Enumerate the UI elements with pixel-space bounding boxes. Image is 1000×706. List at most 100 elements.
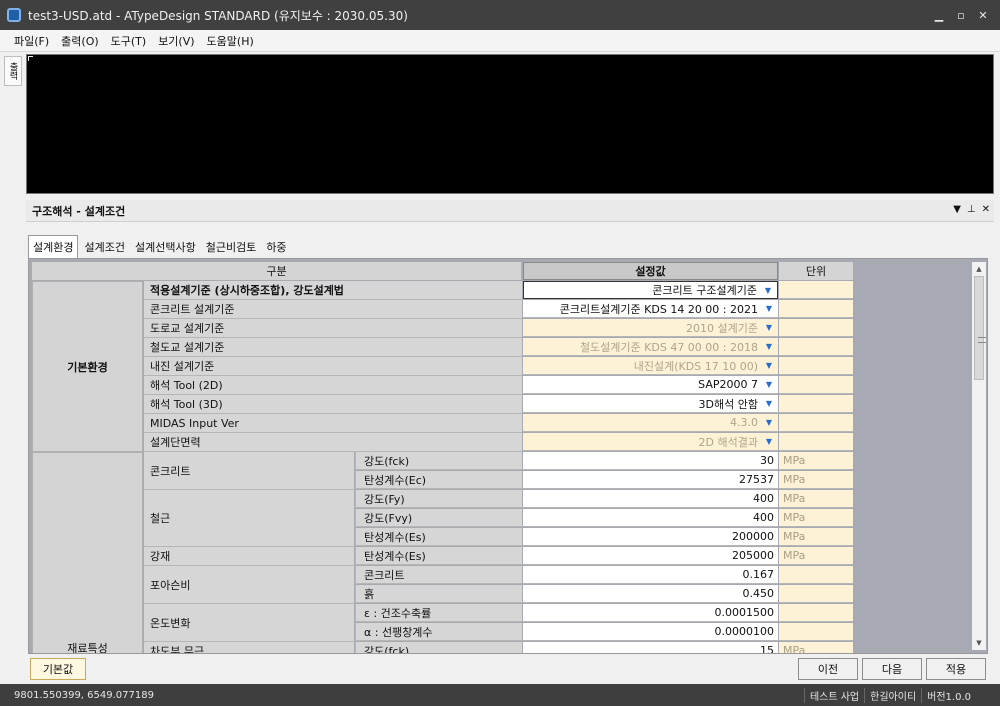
value-text: 3D해석 안함 — [698, 397, 758, 411]
close-icon[interactable]: ✕ — [972, 6, 994, 24]
value-input[interactable]: 200000 — [523, 528, 778, 546]
output-console — [26, 54, 994, 194]
value-dropdown[interactable]: 콘크리트설계기준 KDS 14 20 00 : 2021 ▼ — [523, 300, 778, 318]
minimize-icon[interactable]: ▁ — [928, 6, 950, 24]
row-sublabel: ε : 건조수축률 — [355, 604, 522, 622]
value-input[interactable]: 30 — [523, 452, 778, 470]
dropdown-arrow-icon[interactable]: ▼ — [761, 301, 777, 316]
panel-menu-icon[interactable]: ▼ — [953, 204, 961, 215]
value-input[interactable]: 0.0000100 — [523, 623, 778, 641]
row-sublabel: 강도(Fy) — [355, 490, 522, 508]
header-value: 설정값 — [523, 262, 778, 280]
settings-grid: 구분 설정값 단위 기본환경 재료특성 적용설계기준 (상시하중조합), 강도설계법… — [28, 258, 988, 654]
value-input[interactable]: 27537 — [523, 471, 778, 489]
cursor-coordinates: 9801.550399, 6549.077189 — [14, 689, 154, 701]
value-text: 콘크리트 구조설계기준 — [652, 284, 757, 297]
row-label: 철근 — [144, 490, 354, 547]
dropdown-arrow-icon[interactable]: ▼ — [761, 396, 777, 411]
value-dropdown[interactable]: SAP2000 7 ▼ — [523, 376, 778, 394]
row-label: 내진 설계기준 — [144, 357, 522, 376]
value-dropdown[interactable]: 콘크리트 구조설계기준 ▼ — [523, 281, 778, 299]
status-version: 버전1.0.0 — [921, 687, 976, 703]
dropdown-arrow-icon[interactable]: ▼ — [761, 377, 777, 392]
row-sublabel: 탄성계수(Es) — [355, 547, 522, 565]
unit-cell — [779, 300, 853, 318]
tab-loads[interactable]: 하중 — [262, 236, 290, 258]
row-sublabel: α : 선팽창계수 — [355, 623, 522, 641]
console-corner — [28, 56, 33, 61]
next-button[interactable]: 다음 — [862, 658, 922, 680]
row-label: 해석 Tool (2D) — [144, 376, 522, 395]
value-input[interactable]: 205000 — [523, 547, 778, 565]
value-text: 2010 설계기준 — [686, 321, 758, 335]
value-dropdown: 철도설계기준 KDS 47 00 00 : 2018 ▼ — [523, 338, 778, 356]
group-material: 재료특성 — [32, 452, 143, 653]
header-gubun: 구분 — [32, 262, 522, 280]
panel-close-icon[interactable]: ✕ — [982, 204, 990, 215]
unit-cell — [779, 414, 853, 432]
value-input[interactable]: 0.450 — [523, 585, 778, 603]
apply-button[interactable]: 적용 — [926, 658, 986, 680]
value-text: 0.0000100 — [714, 625, 775, 638]
dropdown-arrow-icon[interactable]: ▼ — [761, 339, 777, 354]
value-text: 0.167 — [742, 568, 775, 581]
prev-button[interactable]: 이전 — [798, 658, 858, 680]
tab-design-env[interactable]: 설계환경 — [28, 235, 79, 258]
row-sublabel: 콘크리트 — [355, 566, 522, 584]
row-label: 포아슨비 — [144, 566, 354, 604]
app-icon — [7, 8, 21, 22]
row-sublabel: 흙 — [355, 585, 522, 603]
value-input[interactable]: 400 — [523, 509, 778, 527]
scroll-down-icon[interactable]: ▼ — [972, 636, 986, 650]
panel-header: 구조해석 - 설계조건 ▼ ⊥ ✕ — [26, 200, 994, 222]
unit-cell — [779, 623, 853, 641]
vertical-scrollbar[interactable]: ▲ ▼ — [972, 262, 986, 650]
value-input[interactable]: 0.0001500 — [523, 604, 778, 622]
value-dropdown: 2D 해석결과 ▼ — [523, 433, 778, 451]
row-sublabel: 강도(fck) — [355, 642, 522, 653]
tab-rebar-ratio[interactable]: 철근비검토 — [202, 236, 261, 258]
tab-design-conditions[interactable]: 설계조건 — [80, 236, 128, 258]
maximize-icon[interactable]: ▫ — [950, 6, 972, 24]
row-label: 적용설계기준 (상시하중조합), 강도설계법 — [144, 281, 522, 300]
value-input[interactable]: 0.167 — [523, 566, 778, 584]
value-dropdown: 4.3.0 ▼ — [523, 414, 778, 432]
value-text: 0.450 — [742, 587, 775, 600]
unit-cell — [779, 281, 853, 299]
value-text: 내진설계(KDS 17 10 00) — [633, 359, 758, 373]
menu-file[interactable]: 파일(F) — [8, 33, 55, 49]
window-controls: ▁ ▫ ✕ — [928, 6, 994, 24]
menu-help[interactable]: 도움말(H) — [201, 33, 260, 49]
output-side-tab[interactable]: 출력 — [4, 56, 22, 86]
dropdown-arrow-icon[interactable]: ▼ — [761, 358, 777, 373]
title-bar: test3-USD.atd - ATypeDesign STANDARD (유지… — [0, 0, 1000, 30]
dropdown-arrow-icon[interactable]: ▼ — [761, 415, 777, 430]
row-sublabel: 강도(fck) — [355, 452, 522, 470]
dropdown-arrow-icon[interactable]: ▼ — [761, 320, 777, 335]
pin-icon[interactable]: ⊥ — [967, 204, 976, 215]
unit-cell: MPa — [779, 509, 853, 527]
group-basic-env: 기본환경 — [32, 281, 143, 452]
unit-cell: MPa — [779, 452, 853, 470]
default-values-button[interactable]: 기본값 — [30, 658, 86, 680]
unit-cell — [779, 376, 853, 394]
dropdown-arrow-icon[interactable]: ▼ — [760, 283, 776, 298]
scroll-thumb[interactable] — [974, 276, 986, 380]
value-input[interactable]: 15 — [523, 642, 778, 653]
unit-cell: MPa — [779, 642, 853, 653]
menu-view[interactable]: 보기(V) — [152, 33, 200, 49]
menu-output[interactable]: 출력(O) — [55, 33, 104, 49]
status-company: 한길아이티 — [864, 687, 921, 703]
value-input[interactable]: 400 — [523, 490, 778, 508]
menu-tools[interactable]: 도구(T) — [105, 33, 153, 49]
value-text: 철도설계기준 KDS 47 00 00 : 2018 — [579, 340, 758, 354]
value-dropdown[interactable]: 3D해석 안함 ▼ — [523, 395, 778, 413]
row-label: MIDAS Input Ver — [144, 414, 522, 433]
unit-cell — [779, 395, 853, 413]
dropdown-arrow-icon[interactable]: ▼ — [761, 434, 777, 449]
unit-cell: MPa — [779, 490, 853, 508]
value-dropdown: 2010 설계기준 ▼ — [523, 319, 778, 337]
tab-design-options[interactable]: 설계선택사항 — [131, 236, 200, 258]
scroll-up-icon[interactable]: ▲ — [972, 262, 986, 276]
value-text: 205000 — [732, 549, 774, 562]
